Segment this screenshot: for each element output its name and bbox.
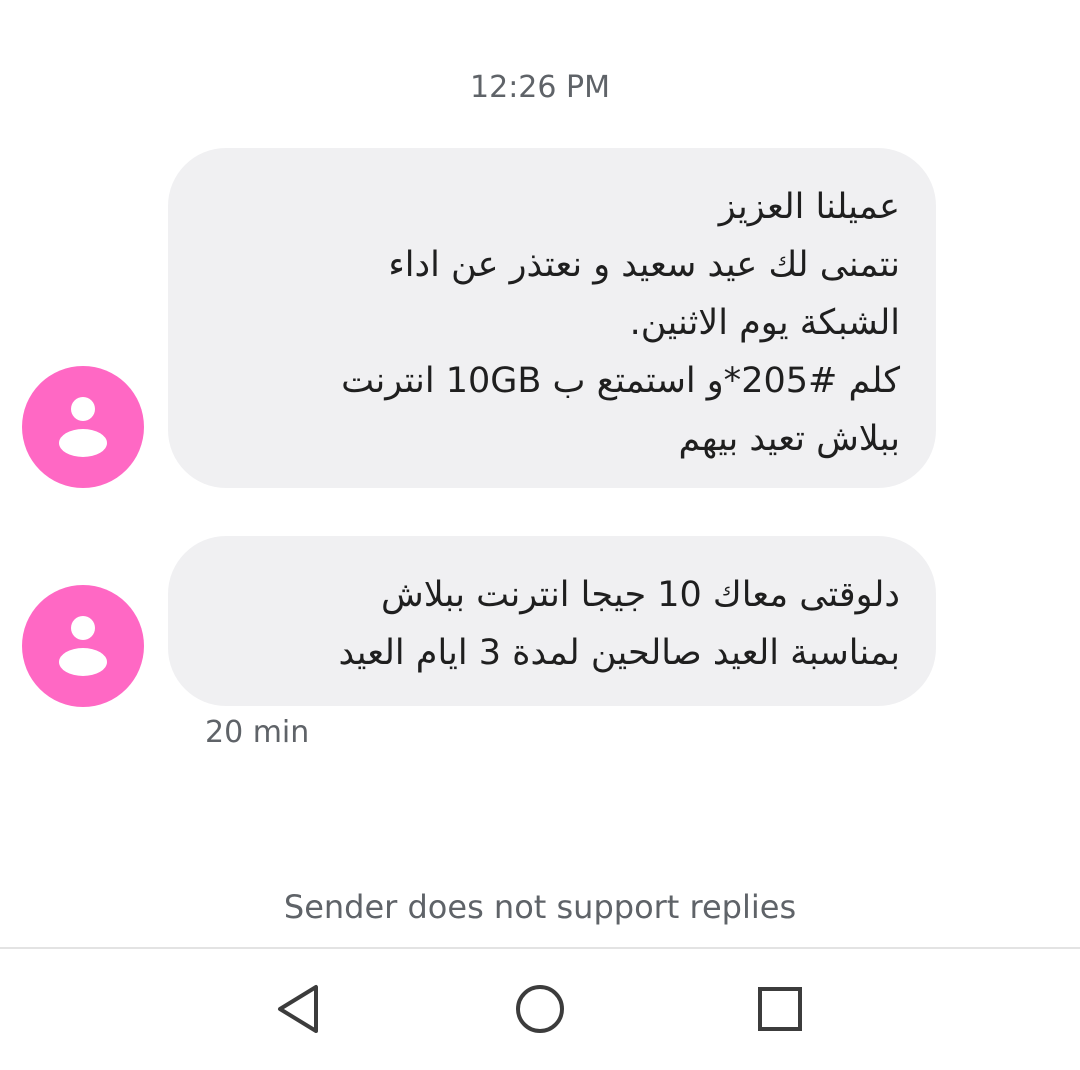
message-line: دلوقتى معاك 10 جيجا انترنت ببلاش <box>381 575 900 615</box>
message-line: الشبكة يوم الاثنين. <box>629 303 900 343</box>
home-circle-icon <box>516 985 564 1033</box>
message-line: كلم #205*و استمتع ب 10GB انترنت <box>341 361 900 401</box>
sender-avatar[interactable] <box>22 366 144 488</box>
message-timestamp: 12:26 PM <box>470 70 610 105</box>
sender-avatar[interactable] <box>22 585 144 707</box>
back-triangle-icon <box>278 985 318 1033</box>
person-icon <box>59 397 107 457</box>
back-button[interactable] <box>268 977 332 1041</box>
message-thread-screen: 12:26 PM عميلنا العزيز نتمنى لك عيد سعيد… <box>0 0 1080 1070</box>
message-line: نتمنى لك عيد سعيد و نعتذر عن اداء <box>388 245 900 285</box>
message-relative-time: 20 min <box>205 715 310 750</box>
person-icon <box>59 616 107 676</box>
message-line: عميلنا العزيز <box>718 187 900 227</box>
message-line: ببلاش تعيد بيهم <box>678 419 900 459</box>
message-line: بمناسبة العيد صالحين لمدة 3 ايام العيد <box>338 633 900 673</box>
message-bubble[interactable]: عميلنا العزيز نتمنى لك عيد سعيد و نعتذر … <box>168 148 936 488</box>
no-reply-notice: Sender does not support replies <box>283 888 797 926</box>
recents-button[interactable] <box>748 977 812 1041</box>
message-bubble[interactable]: دلوقتى معاك 10 جيجا انترنت ببلاش بمناسبة… <box>168 536 936 706</box>
recents-square-icon <box>758 987 802 1031</box>
home-button[interactable] <box>508 977 572 1041</box>
system-navigation-bar <box>0 949 1080 1070</box>
